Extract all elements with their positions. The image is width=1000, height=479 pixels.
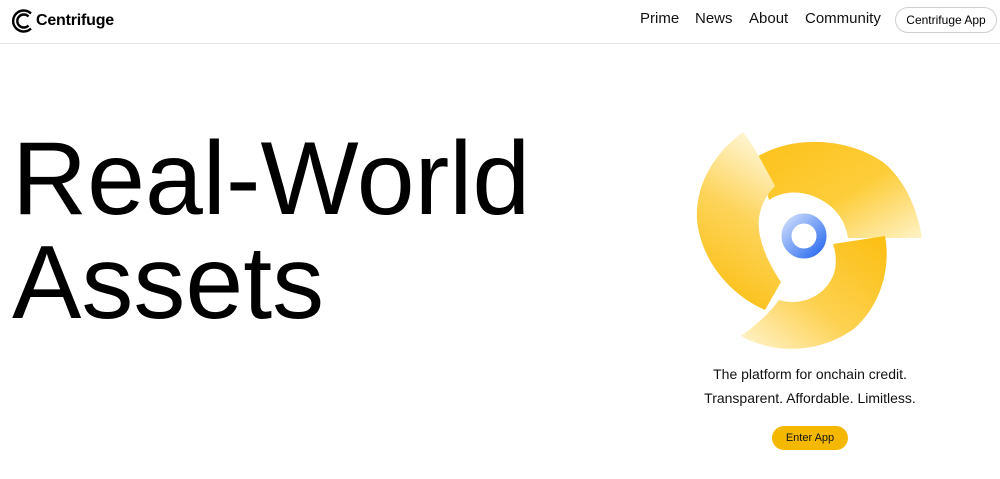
center-ring — [781, 213, 827, 259]
hero-title-line-2: Assets — [12, 225, 325, 341]
tagline-line-1: The platform for onchain credit. — [713, 366, 907, 382]
hero-title-line-1: Real-World — [12, 121, 531, 237]
top-header: Centrifuge Prime News About Community Ce… — [0, 0, 1000, 44]
logo-text: Centrifuge — [36, 12, 115, 29]
nav-link-community[interactable]: Community — [805, 10, 881, 27]
centrifuge-logo-icon — [12, 9, 32, 33]
swirl-blade-top — [757, 141, 922, 238]
tagline-line-2: Transparent. Affordable. Limitless. — [704, 390, 916, 406]
centrifuge-swirl-graphic — [696, 132, 922, 349]
centrifuge-app-button[interactable]: Centrifuge App — [895, 7, 997, 33]
nav-link-news[interactable]: News — [695, 10, 733, 27]
enter-app-button[interactable]: Enter App — [772, 426, 848, 450]
nav-link-about[interactable]: About — [749, 10, 788, 27]
hero-title: Real-World Assets — [12, 127, 530, 335]
nav-link-prime[interactable]: Prime — [640, 10, 679, 27]
centrifuge-logo[interactable]: Centrifuge — [11, 8, 114, 34]
